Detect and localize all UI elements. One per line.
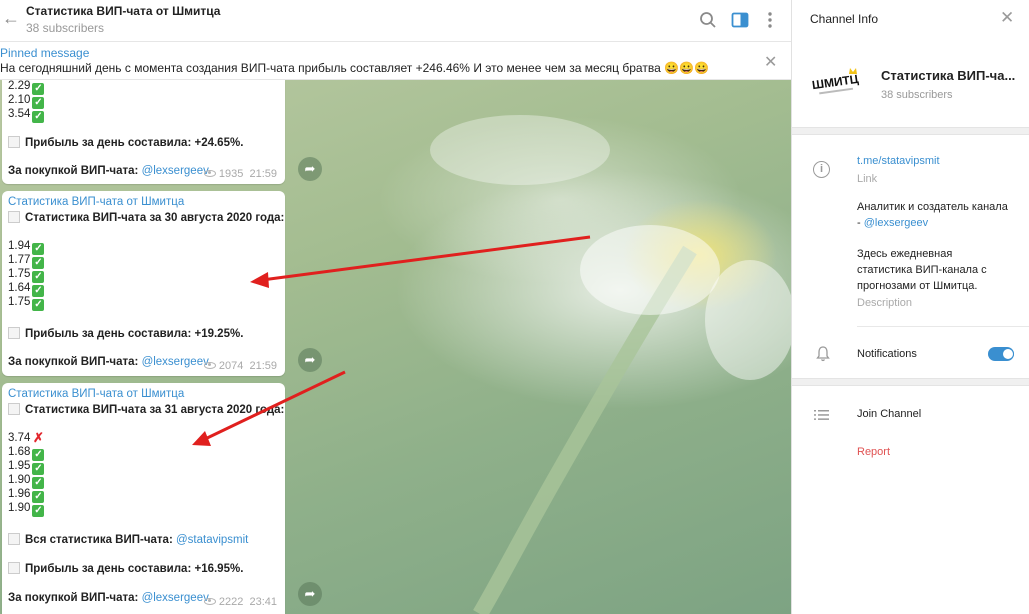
annotation-arrow [202,370,346,442]
description-caption: Description [857,297,913,309]
info-icon: i [813,161,830,178]
annotation-arrow [261,235,591,282]
channel-logo[interactable]: ШМИТЦ [810,66,862,100]
list-icon [814,410,829,420]
notifications-toggle[interactable] [988,347,1014,361]
channel-subscribers: 38 subscribers [881,89,953,101]
section-divider [792,378,1029,386]
channel-link[interactable]: t.me/statavipsmit [857,155,940,167]
toggle-knob [1002,348,1014,360]
notifications-label: Notifications [857,348,917,360]
description-line: Здесь ежедневная [857,248,953,260]
panel-title: Channel Info [810,12,879,26]
description-line: прогнозами от Шмитца. [857,280,978,292]
bell-icon [816,346,830,362]
author-link[interactable]: @lexsergeev [864,217,928,229]
section-divider [792,127,1029,135]
annotation-arrows [192,235,591,446]
close-panel-icon[interactable]: ✕ [1000,8,1014,28]
channel-name: Статистика ВИП-ча... [881,68,1016,83]
link-caption: Link [857,173,878,185]
description-line: Аналитик и создатель канала [857,201,1008,213]
description-line: статистика ВИП-канала с [857,264,987,276]
divider [857,326,1029,327]
report-button[interactable]: Report [857,446,890,458]
chat-area: ← Статистика ВИП-чата от Шмитца 38 subsc… [0,0,791,614]
annotation-arrow-head [250,272,269,288]
channel-info-panel: Channel Info ✕ ШМИТЦ Статистика ВИП-ча..… [791,0,1029,614]
description-line: - @lexsergeev [857,217,929,229]
join-channel-button[interactable]: Join Channel [857,408,921,420]
